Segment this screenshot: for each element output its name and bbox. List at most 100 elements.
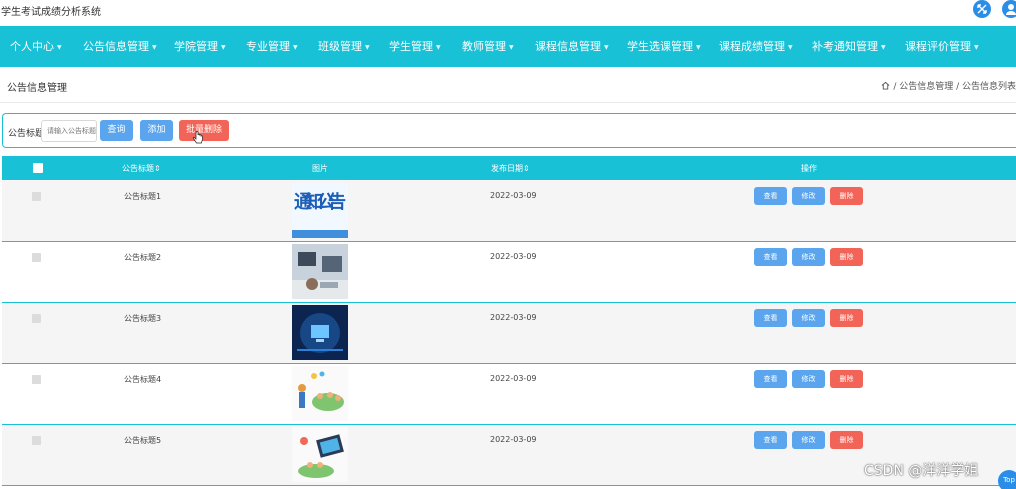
nav-item-label: 个人中心 bbox=[10, 40, 54, 53]
row-checkbox[interactable] bbox=[32, 192, 41, 201]
nav-item[interactable]: 教师管理 ▼ bbox=[462, 26, 514, 67]
nav-item-label: 补考通知管理 bbox=[812, 40, 878, 53]
nav-item-label: 课程成绩管理 bbox=[719, 40, 785, 53]
nav-item-label: 学生选课管理 bbox=[627, 40, 693, 53]
chevron-down-icon: ▼ bbox=[221, 44, 226, 51]
nav-item[interactable]: 课程成绩管理 ▼ bbox=[719, 26, 793, 67]
chevron-down-icon: ▼ bbox=[365, 44, 370, 51]
row-date: 2022-03-09 bbox=[490, 313, 537, 322]
row-checkbox[interactable] bbox=[32, 375, 41, 384]
nav-item-label: 公告信息管理 bbox=[83, 40, 149, 53]
chevron-down-icon: ▼ bbox=[974, 44, 979, 51]
nav-item-label: 专业管理 bbox=[246, 40, 290, 53]
home-icon[interactable] bbox=[881, 81, 890, 90]
watermark: CSDN @洋洋学姐 bbox=[864, 463, 979, 479]
breadcrumb-path: / 公告信息管理 / 公告信息列表 bbox=[893, 82, 1016, 92]
column-header-date[interactable]: 发布日期⇕ bbox=[491, 163, 530, 174]
view-button[interactable]: 查看 bbox=[754, 309, 787, 327]
nav-item-label: 学院管理 bbox=[174, 40, 218, 53]
nav-item[interactable]: 学院管理 ▼ bbox=[174, 26, 226, 67]
row-date: 2022-03-09 bbox=[490, 252, 537, 261]
nav-item[interactable]: 补考通知管理 ▼ bbox=[812, 26, 886, 67]
nav-item[interactable]: 学生管理 ▼ bbox=[389, 26, 441, 67]
table-row: 公告标题4 2022-03-09 查看 修改 删除 bbox=[2, 364, 1016, 425]
edit-button[interactable]: 修改 bbox=[792, 248, 825, 266]
search-panel: 公告标题 查询 添加 批量删除 bbox=[2, 113, 1016, 148]
nav-item[interactable]: 个人中心 ▼ bbox=[10, 26, 62, 67]
view-button[interactable]: 查看 bbox=[754, 431, 787, 449]
chevron-down-icon: ▼ bbox=[509, 44, 514, 51]
edit-button[interactable]: 修改 bbox=[792, 309, 825, 327]
user-avatar-icon[interactable] bbox=[1002, 0, 1016, 18]
nav-item[interactable]: 班级管理 ▼ bbox=[318, 26, 370, 67]
nav-item-label: 学生管理 bbox=[389, 40, 433, 53]
app-title: 学生考试成绩分析系统 bbox=[1, 7, 101, 18]
row-date: 2022-03-09 bbox=[490, 191, 537, 200]
nav-item-label: 课程信息管理 bbox=[535, 40, 601, 53]
table-header: 公告标题⇕ 图片 发布日期⇕ 操作 bbox=[2, 156, 1016, 180]
nav-item-label: 班级管理 bbox=[318, 40, 362, 53]
edit-button[interactable]: 修改 bbox=[792, 187, 825, 205]
row-title: 公告标题4 bbox=[124, 375, 162, 384]
search-label: 公告标题 bbox=[8, 129, 45, 139]
batch-delete-button[interactable]: 批量删除 bbox=[179, 120, 229, 141]
add-button[interactable]: 添加 bbox=[140, 120, 173, 141]
back-to-top-button[interactable]: Top bbox=[998, 470, 1016, 489]
view-button[interactable]: 查看 bbox=[754, 370, 787, 388]
fullscreen-icon[interactable] bbox=[973, 0, 991, 18]
select-all-checkbox[interactable] bbox=[33, 163, 43, 173]
edit-button[interactable]: 修改 bbox=[792, 370, 825, 388]
page-title: 公告信息管理 bbox=[7, 83, 67, 94]
row-title: 公告标题5 bbox=[124, 436, 162, 445]
nav-item[interactable]: 专业管理 ▼ bbox=[246, 26, 298, 67]
nav-item[interactable]: 学生选课管理 ▼ bbox=[627, 26, 701, 67]
row-checkbox[interactable] bbox=[32, 314, 41, 323]
search-input[interactable] bbox=[41, 120, 97, 142]
chevron-down-icon: ▼ bbox=[57, 44, 62, 51]
nav-item-label: 教师管理 bbox=[462, 40, 506, 53]
chevron-down-icon: ▼ bbox=[604, 44, 609, 51]
row-date: 2022-03-09 bbox=[490, 435, 537, 444]
table-row: 公告标题3 2022-03-09 查看 修改 删除 bbox=[2, 303, 1016, 364]
chevron-down-icon: ▼ bbox=[696, 44, 701, 51]
top-bar: 学生考试成绩分析系统 bbox=[0, 0, 1016, 26]
view-button[interactable]: 查看 bbox=[754, 248, 787, 266]
column-header-actions: 操作 bbox=[801, 164, 817, 173]
chevron-down-icon: ▼ bbox=[881, 44, 886, 51]
chevron-down-icon: ▼ bbox=[788, 44, 793, 51]
row-checkbox[interactable] bbox=[32, 253, 41, 262]
hand-cursor-icon bbox=[193, 131, 203, 144]
nav-item-label: 课程评价管理 bbox=[905, 40, 971, 53]
delete-button[interactable]: 删除 bbox=[830, 248, 863, 266]
row-title: 公告标题3 bbox=[124, 314, 162, 323]
row-date: 2022-03-09 bbox=[490, 374, 537, 383]
main-nav: 个人中心 ▼ 公告信息管理 ▼ 学院管理 ▼ 专业管理 ▼ 班级管理 ▼ 学生管理 ▼ 教师管理 ▼ 课程信… bbox=[0, 26, 1016, 67]
chevron-down-icon: ▼ bbox=[293, 44, 298, 51]
delete-button[interactable]: 删除 bbox=[830, 370, 863, 388]
notice-thumbnail bbox=[292, 305, 348, 360]
notice-thumbnail bbox=[292, 427, 348, 482]
query-button[interactable]: 查询 bbox=[100, 120, 133, 141]
row-title: 公告标题1 bbox=[124, 192, 162, 201]
nav-item[interactable]: 课程信息管理 ▼ bbox=[535, 26, 609, 67]
notice-thumbnail: 通知公告 bbox=[292, 183, 348, 238]
row-title: 公告标题2 bbox=[124, 253, 162, 262]
delete-button[interactable]: 删除 bbox=[830, 309, 863, 327]
notice-thumbnail bbox=[292, 366, 348, 421]
table-row: 公告标题2 2022-03-09 查看 修改 删除 bbox=[2, 242, 1016, 303]
nav-item[interactable]: 课程评价管理 ▼ bbox=[905, 26, 979, 67]
notice-thumbnail bbox=[292, 244, 348, 299]
table-row: 公告标题1 通知公告 2022-03-09 查看 修改 删除 bbox=[2, 181, 1016, 242]
nav-item[interactable]: 公告信息管理 ▼ bbox=[83, 26, 157, 67]
row-checkbox[interactable] bbox=[32, 436, 41, 445]
delete-button[interactable]: 删除 bbox=[830, 431, 863, 449]
chevron-down-icon: ▼ bbox=[436, 44, 441, 51]
edit-button[interactable]: 修改 bbox=[792, 431, 825, 449]
svg-text:通知公告: 通知公告 bbox=[294, 191, 346, 213]
breadcrumb: / 公告信息管理 / 公告信息列表 bbox=[881, 79, 1016, 92]
breadcrumb-bar: 公告信息管理 / 公告信息管理 / 公告信息列表 bbox=[0, 67, 1016, 103]
chevron-down-icon: ▼ bbox=[152, 44, 157, 51]
delete-button[interactable]: 删除 bbox=[830, 187, 863, 205]
column-header-title[interactable]: 公告标题⇕ bbox=[122, 163, 161, 174]
view-button[interactable]: 查看 bbox=[754, 187, 787, 205]
